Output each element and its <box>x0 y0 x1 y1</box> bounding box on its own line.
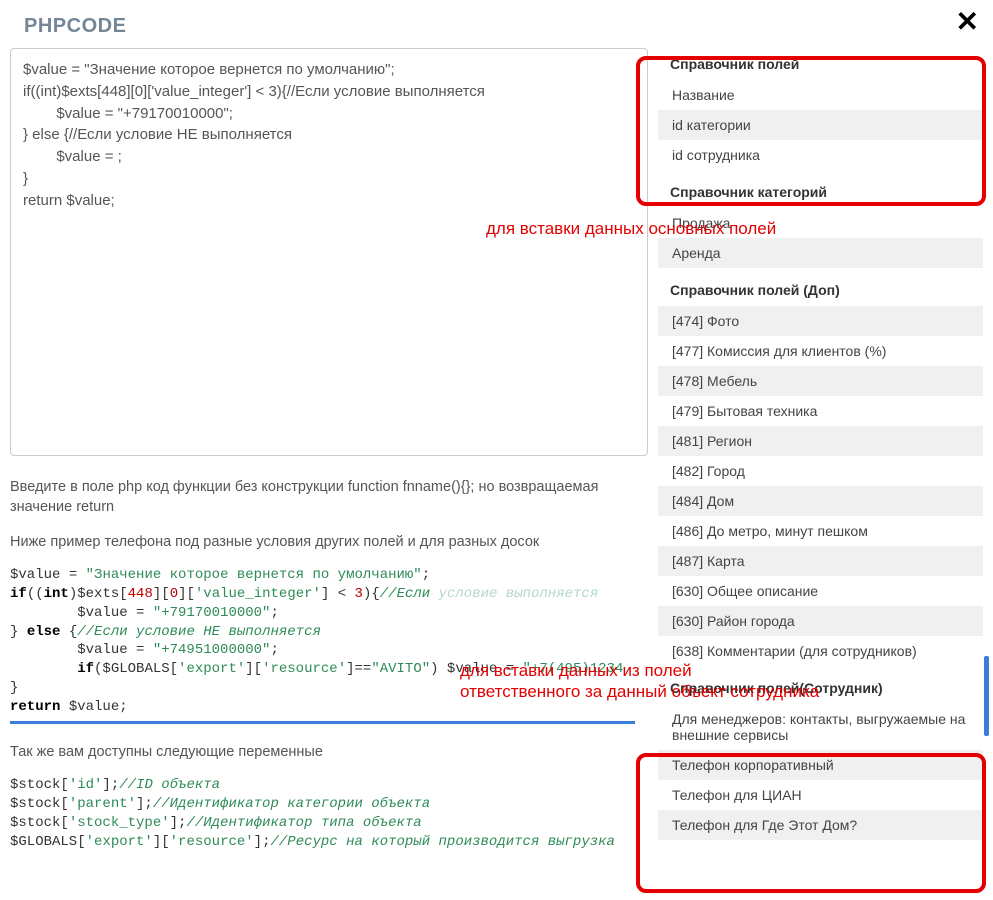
ref-staff-title: Справочник полей(Сотрудник) <box>658 672 983 704</box>
ref-field-item[interactable]: Название <box>658 80 983 110</box>
phpcode-textarea[interactable] <box>10 48 648 456</box>
ref-staff-item[interactable]: Для менеджеров: контакты, выгружаемые на… <box>658 704 983 750</box>
code-example-2: $stock['id'];//ID объекта $stock['parent… <box>10 776 648 852</box>
ref-field-item[interactable]: id сотрудника <box>658 140 983 170</box>
ref-staff-item[interactable]: Телефон для Где Этот Дом? <box>658 810 983 840</box>
help-vars-hint: Так же вам доступны следующие переменные <box>10 742 648 762</box>
help-intro: Введите в поле php код функции без конст… <box>10 477 648 518</box>
close-icon[interactable]: ✕ <box>956 8 979 36</box>
code-example-1: $value = "Значение которое вернется по у… <box>10 566 648 717</box>
ref-fields-title: Справочник полей <box>658 48 983 80</box>
divider <box>10 721 635 724</box>
ref-extra-item[interactable]: [484] Дом <box>658 486 983 516</box>
ref-extra-title: Справочник полей (Доп) <box>658 274 983 306</box>
ref-staff-item[interactable]: Телефон для ЦИАН <box>658 780 983 810</box>
ref-category-item[interactable]: Продажа <box>658 208 983 238</box>
reference-panel: Справочник полей Название id категории i… <box>658 48 983 840</box>
ref-extra-item[interactable]: [487] Карта <box>658 546 983 576</box>
ref-extra-item[interactable]: [486] До метро, минут пешком <box>658 516 983 546</box>
help-example-hint: Ниже пример телефона под разные условия … <box>10 532 648 552</box>
ref-extra-item[interactable]: [477] Комиссия для клиентов (%) <box>658 336 983 366</box>
ref-extra-item[interactable]: [482] Город <box>658 456 983 486</box>
ref-category-item[interactable]: Аренда <box>658 238 983 268</box>
ref-extra-item[interactable]: [474] Фото <box>658 306 983 336</box>
ref-extra-item[interactable]: [479] Бытовая техника <box>658 396 983 426</box>
ref-staff-item[interactable]: Телефон корпоративный <box>658 750 983 780</box>
modal-title: PHPCODE <box>24 15 969 38</box>
ref-field-item[interactable]: id категории <box>658 110 983 140</box>
ref-extra-item[interactable]: [630] Общее описание <box>658 576 983 606</box>
ref-extra-item[interactable]: [478] Мебель <box>658 366 983 396</box>
scrollbar-thumb[interactable] <box>984 656 989 736</box>
ref-extra-item[interactable]: [481] Регион <box>658 426 983 456</box>
ref-extra-item[interactable]: [638] Комментарии (для сотрудников) <box>658 636 983 666</box>
ref-extra-item[interactable]: [630] Район города <box>658 606 983 636</box>
ref-categories-title: Справочник категорий <box>658 176 983 208</box>
